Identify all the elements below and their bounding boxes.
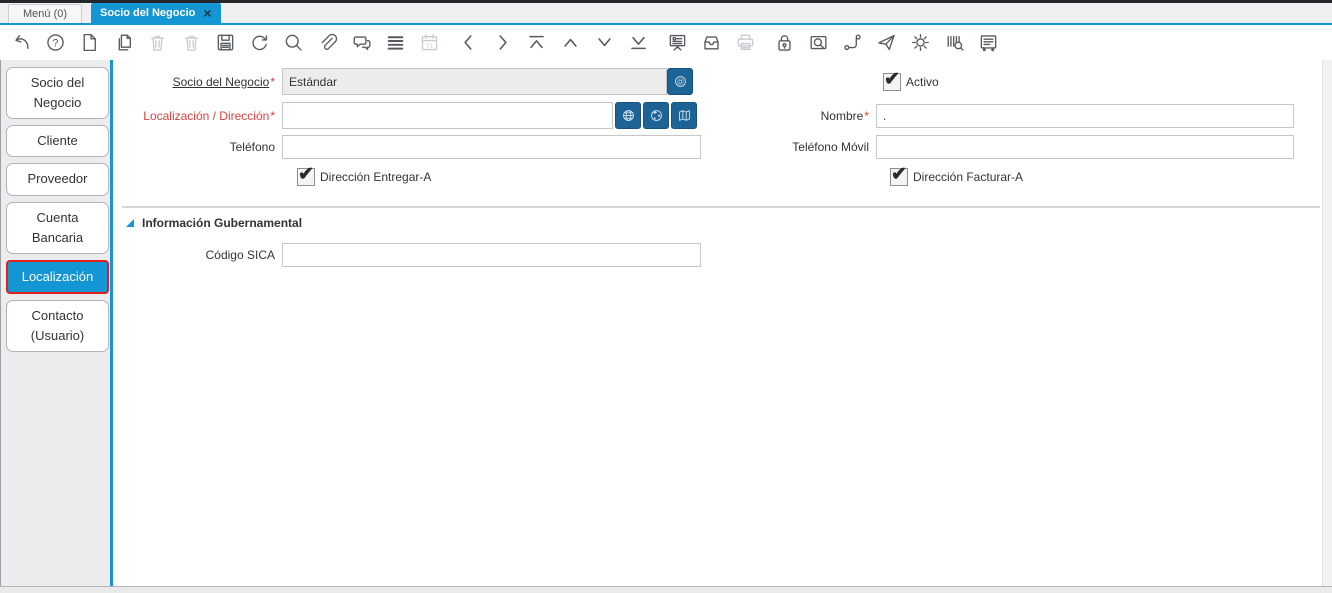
workflow-icon[interactable] bbox=[841, 32, 863, 54]
telefono-movil-input[interactable] bbox=[876, 135, 1294, 159]
detail-record-icon[interactable] bbox=[593, 32, 615, 54]
save-icon[interactable] bbox=[214, 32, 236, 54]
undo-icon[interactable] bbox=[10, 32, 32, 54]
collapse-triangle-icon bbox=[126, 219, 134, 227]
sidebar-tab-proveedor[interactable]: Proveedor bbox=[6, 163, 109, 195]
codigo-sica-label-wrap: Código SICA bbox=[114, 248, 282, 262]
svg-text:@: @ bbox=[676, 78, 683, 86]
row-nombre: Nombre* bbox=[746, 104, 1294, 128]
tab-menu-label: Menú (0) bbox=[23, 8, 67, 20]
codigo-sica-label: Código SICA bbox=[206, 248, 275, 262]
copy-record-icon[interactable] bbox=[112, 32, 134, 54]
row-codigo-sica: Código SICA bbox=[114, 243, 701, 267]
nombre-input[interactable] bbox=[876, 104, 1294, 128]
localizacion-label: Localización / Dirección bbox=[143, 109, 269, 123]
section-title: Información Gubernamental bbox=[142, 216, 302, 230]
facturar-label: Dirección Facturar-A bbox=[913, 170, 1023, 184]
nombre-label: Nombre bbox=[821, 109, 864, 123]
share-icon[interactable] bbox=[875, 32, 897, 54]
sidebar-tab-localizacion[interactable]: Localización bbox=[6, 260, 109, 294]
next-record-icon[interactable] bbox=[491, 32, 513, 54]
socio-input[interactable] bbox=[282, 68, 667, 95]
form-panel: Socio del Negocio* @ Activo Localización… bbox=[114, 60, 1322, 586]
telefono-label: Teléfono bbox=[230, 140, 275, 154]
preferences-icon[interactable] bbox=[909, 32, 931, 54]
entregar-checkbox-wrap[interactable]: Dirección Entregar-A bbox=[297, 168, 431, 186]
archive-icon[interactable] bbox=[700, 32, 722, 54]
sidebar-tab-socio-del-negocio[interactable]: Socio del Negocio bbox=[6, 67, 109, 119]
codigo-sica-input[interactable] bbox=[282, 243, 701, 267]
lock-icon[interactable] bbox=[773, 32, 795, 54]
entregar-label: Dirección Entregar-A bbox=[320, 170, 431, 184]
calendar-icon: 31 bbox=[418, 32, 440, 54]
new-record-icon[interactable] bbox=[78, 32, 100, 54]
sidebar-tab-contacto-usuario[interactable]: Contacto (Usuario) bbox=[6, 300, 109, 352]
telefono-label-wrap: Teléfono bbox=[114, 140, 282, 154]
bottom-status-bar bbox=[0, 586, 1332, 593]
socio-label[interactable]: Socio del Negocio bbox=[173, 75, 270, 89]
entregar-checkbox[interactable] bbox=[297, 168, 315, 186]
route-icon[interactable] bbox=[671, 102, 697, 129]
parent-record-icon[interactable] bbox=[559, 32, 581, 54]
close-icon[interactable]: × bbox=[203, 6, 211, 20]
required-marker: * bbox=[864, 109, 869, 123]
socio-label-wrap: Socio del Negocio* bbox=[114, 75, 282, 89]
activo-checkbox-wrap[interactable]: Activo bbox=[883, 73, 939, 91]
nombre-label-wrap: Nombre* bbox=[746, 109, 876, 123]
zoom-across-icon[interactable] bbox=[807, 32, 829, 54]
sidebar-tab-cuenta-bancaria[interactable]: Cuenta Bancaria bbox=[6, 202, 109, 254]
tab-menu[interactable]: Menú (0) bbox=[8, 4, 82, 23]
facturar-checkbox-wrap[interactable]: Dirección Facturar-A bbox=[890, 168, 1023, 186]
first-record-icon[interactable] bbox=[525, 32, 547, 54]
detail-tabs-sidebar: Socio del Negocio Cliente Proveedor Cuenta … bbox=[0, 60, 113, 586]
vertical-scrollbar[interactable] bbox=[1322, 60, 1332, 586]
find-icon[interactable] bbox=[282, 32, 304, 54]
localizacion-input[interactable] bbox=[282, 102, 613, 129]
row-telefono: Teléfono bbox=[114, 135, 701, 159]
tab-socio-label: Socio del Negocio bbox=[100, 7, 195, 19]
log-icon[interactable] bbox=[977, 32, 999, 54]
section-divider bbox=[122, 206, 1320, 208]
required-marker: * bbox=[270, 75, 275, 89]
row-activo: Activo bbox=[883, 73, 939, 91]
section-header[interactable]: Información Gubernamental bbox=[126, 216, 302, 230]
tab-socio-del-negocio[interactable]: Socio del Negocio × bbox=[91, 3, 221, 23]
activo-checkbox[interactable] bbox=[883, 73, 901, 91]
activo-label: Activo bbox=[906, 75, 939, 89]
location-dialog-icon[interactable] bbox=[615, 102, 641, 129]
facturar-checkbox[interactable] bbox=[890, 168, 908, 186]
previous-record-icon[interactable] bbox=[457, 32, 479, 54]
window-tabbar: Menú (0) Socio del Negocio × bbox=[0, 3, 1332, 23]
business-partner-info-button[interactable]: @ bbox=[667, 68, 693, 95]
row-facturar: Dirección Facturar-A bbox=[890, 168, 1023, 186]
print-icon bbox=[734, 32, 756, 54]
telefono-movil-label-wrap: Teléfono Móvil bbox=[746, 140, 876, 154]
row-telefono-movil: Teléfono Móvil bbox=[746, 135, 1294, 159]
svg-text:?: ? bbox=[52, 37, 58, 49]
row-socio: Socio del Negocio* @ bbox=[114, 68, 693, 95]
refresh-icon[interactable] bbox=[248, 32, 270, 54]
row-localizacion: Localización / Dirección* bbox=[114, 102, 697, 129]
required-marker: * bbox=[270, 109, 275, 123]
telefono-input[interactable] bbox=[282, 135, 701, 159]
localizacion-label-wrap: Localización / Dirección* bbox=[114, 109, 282, 123]
toggle-grid-icon[interactable] bbox=[384, 32, 406, 54]
delete-record-icon bbox=[146, 32, 168, 54]
toolbar: ? 31 bbox=[1, 25, 1332, 60]
report-icon[interactable] bbox=[666, 32, 688, 54]
help-icon[interactable]: ? bbox=[44, 32, 66, 54]
telefono-movil-label: Teléfono Móvil bbox=[792, 140, 869, 154]
attachment-icon[interactable] bbox=[316, 32, 338, 54]
chat-icon[interactable] bbox=[350, 32, 372, 54]
svg-text:31: 31 bbox=[426, 44, 433, 50]
last-record-icon[interactable] bbox=[627, 32, 649, 54]
delete-selection-icon bbox=[180, 32, 202, 54]
product-info-icon[interactable] bbox=[943, 32, 965, 54]
row-entregar: Dirección Entregar-A bbox=[297, 168, 431, 186]
sidebar-tab-cliente[interactable]: Cliente bbox=[6, 125, 109, 157]
map-icon[interactable] bbox=[643, 102, 669, 129]
